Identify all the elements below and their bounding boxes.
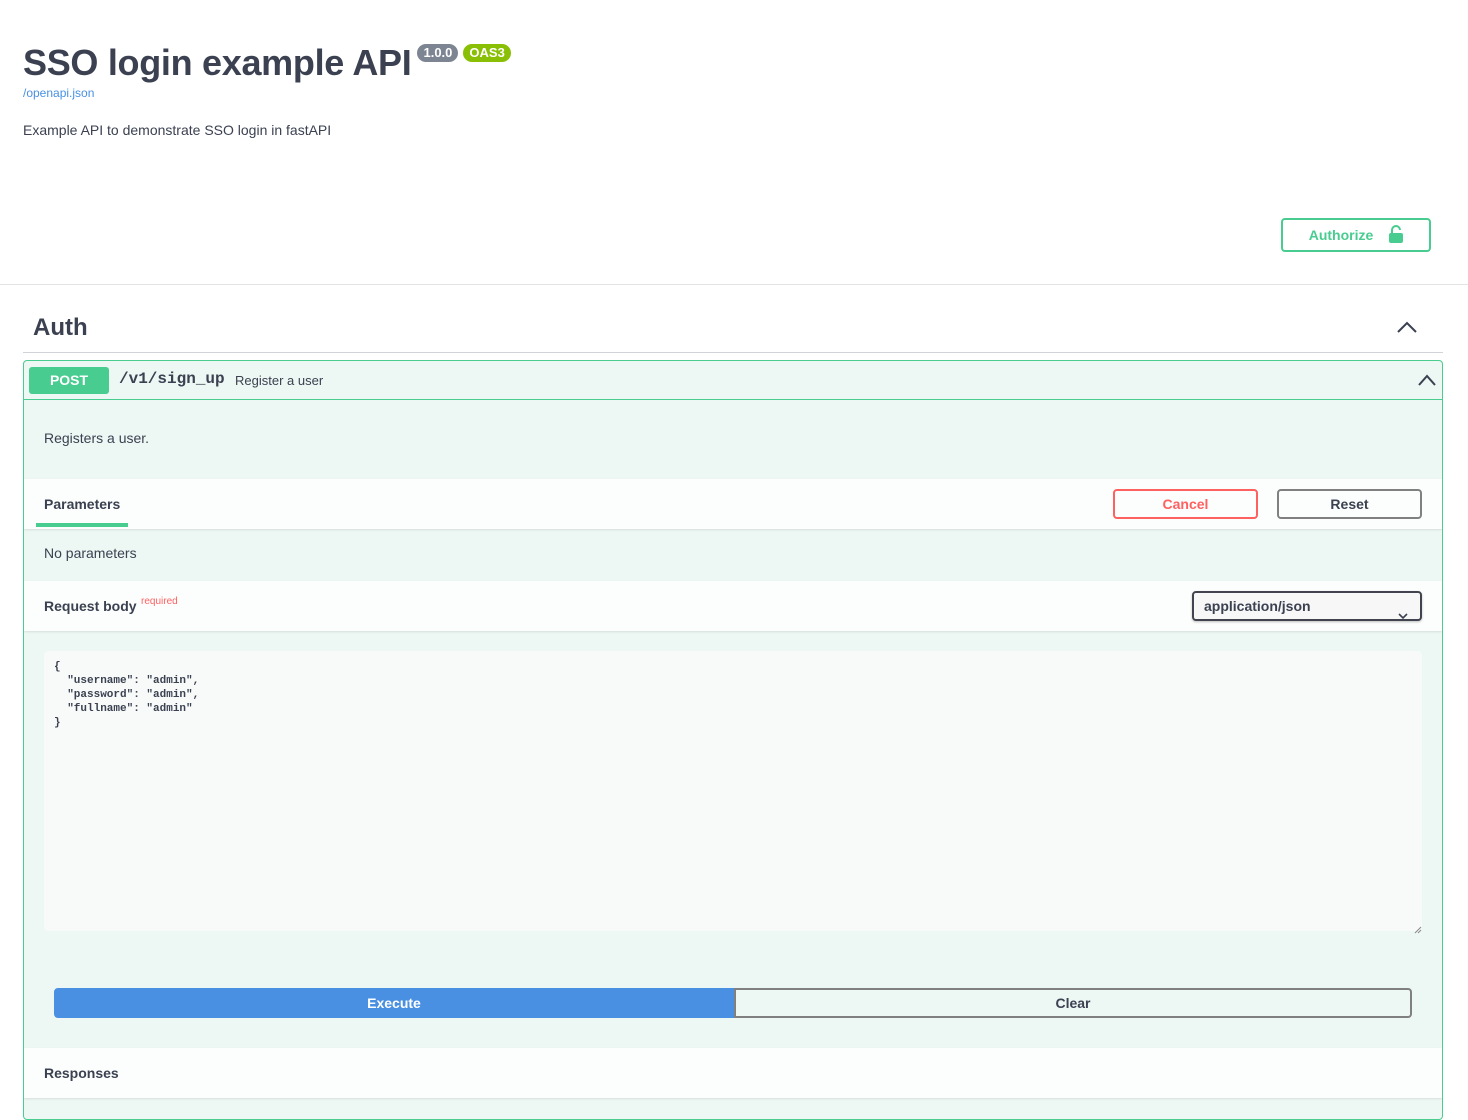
request-body-label: Request body bbox=[44, 598, 137, 614]
operation-summary[interactable]: POST /v1/sign_up Register a user bbox=[24, 361, 1442, 400]
method-badge: POST bbox=[29, 367, 109, 394]
clear-button[interactable]: Clear bbox=[734, 988, 1412, 1018]
tag-section-auth[interactable]: Auth bbox=[23, 305, 1443, 353]
operation-path: /v1/sign_up bbox=[119, 370, 225, 388]
tab-underline bbox=[36, 523, 128, 527]
chevron-down-icon bbox=[1398, 602, 1408, 628]
oas-badge: OAS3 bbox=[463, 44, 511, 62]
no-parameters-text: No parameters bbox=[44, 545, 137, 561]
operation-description: Registers a user. bbox=[44, 430, 150, 446]
unlock-icon bbox=[1389, 224, 1404, 246]
content-type-value: application/json bbox=[1204, 598, 1311, 614]
authorize-button[interactable]: Authorize bbox=[1281, 218, 1431, 252]
execute-button[interactable]: Execute bbox=[54, 988, 734, 1018]
chevron-up-icon[interactable] bbox=[1396, 319, 1418, 335]
responses-header: Responses bbox=[24, 1048, 1442, 1098]
request-body-header: Request body required application/json bbox=[24, 581, 1442, 631]
execute-row: Execute Clear bbox=[54, 988, 1412, 1018]
operation-summary-text: Register a user bbox=[235, 373, 324, 388]
header-divider bbox=[0, 284, 1468, 285]
required-marker: required bbox=[141, 596, 178, 607]
chevron-up-icon[interactable] bbox=[1417, 373, 1437, 387]
version-badge: 1.0.0 bbox=[417, 44, 459, 62]
title-row: SSO login example API 1.0.0 OAS3 bbox=[23, 40, 511, 86]
cancel-button[interactable]: Cancel bbox=[1113, 489, 1258, 519]
api-title: SSO login example API bbox=[23, 42, 412, 83]
parameters-header: Parameters Cancel Reset bbox=[24, 479, 1442, 529]
responses-label: Responses bbox=[44, 1065, 119, 1081]
request-body-editor[interactable]: { "username": "admin", "password": "admi… bbox=[44, 651, 1422, 931]
tag-name: Auth bbox=[33, 314, 88, 341]
api-description: Example API to demonstrate SSO login in … bbox=[23, 122, 332, 138]
operation-post-sign-up: POST /v1/sign_up Register a user Registe… bbox=[23, 360, 1443, 1120]
tab-parameters[interactable]: Parameters bbox=[44, 496, 120, 512]
content-type-select[interactable]: application/json bbox=[1192, 591, 1422, 621]
openapi-spec-link[interactable]: /openapi.json bbox=[23, 86, 511, 100]
reset-button[interactable]: Reset bbox=[1277, 489, 1422, 519]
api-info: SSO login example API 1.0.0 OAS3 /openap… bbox=[23, 40, 511, 100]
authorize-label: Authorize bbox=[1308, 227, 1374, 243]
